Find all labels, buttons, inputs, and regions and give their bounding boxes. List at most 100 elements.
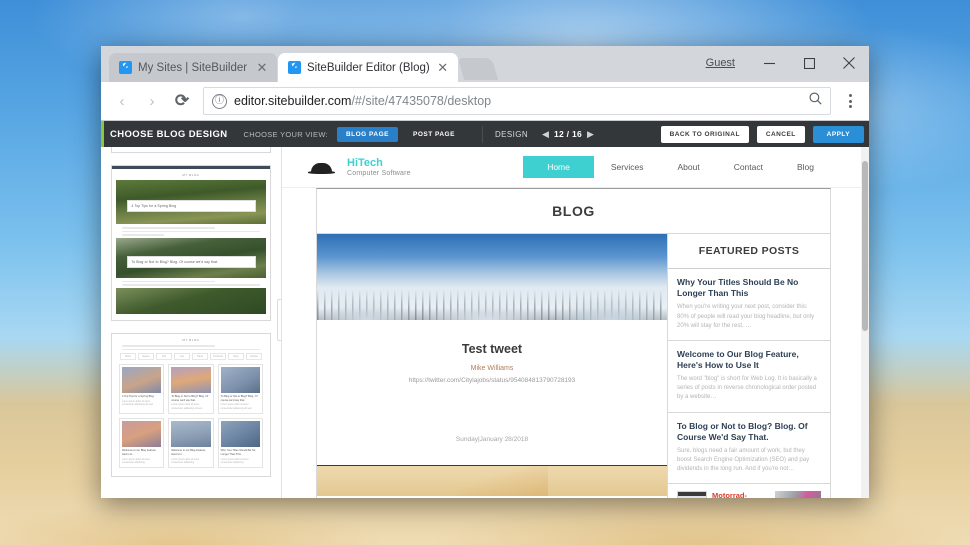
- thumb-cell-image: [220, 367, 260, 394]
- thumb-nav-item: Nature: [138, 353, 154, 361]
- thumb-grid-cell: To Blog or Not to Blog? Blog. Of course …: [217, 364, 263, 415]
- thumb-nav-item: Story: [228, 353, 244, 361]
- view-option-post-page[interactable]: POST PAGE: [404, 127, 464, 142]
- new-tab-button[interactable]: [457, 58, 498, 80]
- site-preview: HiTech Computer Software Home Services A…: [282, 147, 869, 498]
- site-nav: Home Services About Contact Blog: [523, 156, 831, 178]
- thumb-text-line: [122, 234, 164, 236]
- thumb-text-line: [122, 284, 260, 286]
- page-viewport: CHOOSE BLOG DESIGN CHOOSE YOUR VIEW: BLO…: [101, 121, 869, 498]
- site-nav-blog[interactable]: Blog: [780, 156, 831, 178]
- hill-logo-icon: [308, 159, 335, 176]
- preview-scrollbar-thumb[interactable]: [862, 161, 868, 331]
- sidebar-widget[interactable]: Motorrad-Ecke.de 97.418 Bikes: [668, 484, 830, 498]
- thumb-grid-cell: Why Your Titles Should Be No Longer Than…: [217, 418, 263, 469]
- tab-label: My Sites | SiteBuilder: [138, 61, 248, 74]
- cancel-button[interactable]: CANCEL: [756, 125, 805, 143]
- browser-tab-my-sites[interactable]: My Sites | SiteBuilder ✕: [109, 53, 277, 82]
- editor-title: CHOOSE BLOG DESIGN: [110, 128, 228, 140]
- thumb-nav-item: City: [156, 353, 172, 361]
- search-icon[interactable]: [809, 92, 822, 110]
- blog-columns: Test tweet Mike Williams https://twitter…: [316, 234, 831, 498]
- thumb-text-line: [122, 348, 260, 351]
- back-icon[interactable]: ‹: [107, 86, 137, 116]
- thumb-cell-image: [220, 421, 260, 448]
- thumb-cell-image: [171, 367, 211, 394]
- preview-inner: HiTech Computer Software Home Services A…: [282, 147, 861, 498]
- tab-favicon-icon: [119, 61, 132, 74]
- blog-sidebar: FEATURED POSTS Why Your Titles Should Be…: [668, 234, 830, 498]
- thumb-cell-title: To Blog or Not to Blog? Blog. Of course …: [220, 395, 258, 403]
- featured-post-title: Why Your Titles Should Be No Longer Than…: [677, 277, 799, 299]
- site-info-icon[interactable]: ⓘ: [212, 93, 227, 109]
- toolbar-divider: [481, 125, 483, 143]
- brand-subtitle: Computer Software: [347, 169, 411, 177]
- thumb-cell-title: Why Your Titles Should Be No Longer Than…: [220, 449, 256, 457]
- thumb-hero-image: [116, 287, 266, 314]
- thumb-text-line: [122, 230, 260, 233]
- site-nav-home[interactable]: Home: [523, 156, 594, 178]
- site-nav-contact[interactable]: Contact: [717, 156, 780, 178]
- tab-close-icon[interactable]: ✕: [436, 61, 450, 74]
- back-to-original-button[interactable]: BACK TO ORIGINAL: [660, 125, 749, 143]
- featured-post-item[interactable]: To Blog or Not to Blog? Blog. Of Course …: [668, 413, 830, 485]
- close-icon[interactable]: [829, 46, 869, 80]
- preview-scrollbar[interactable]: [861, 147, 869, 498]
- thumb-text-line: [122, 227, 215, 229]
- post-author: Mike Williams: [470, 365, 514, 372]
- thumb-nav-item: Archive: [246, 353, 262, 361]
- featured-post-item[interactable]: Why Your Titles Should Be No Longer Than…: [668, 269, 830, 341]
- minimize-icon[interactable]: [749, 46, 789, 80]
- address-bar-url: editor.sitebuilder.com/#/site/47435078/d…: [234, 94, 802, 108]
- thumb-cell-excerpt: Lorem ipsum dolor sit amet consectetur a…: [171, 458, 200, 465]
- choose-view-label: CHOOSE YOUR VIEW:: [243, 129, 328, 139]
- next-design-icon[interactable]: ▶: [582, 129, 599, 140]
- thumb-grid-cell: To Blog or Not to Blog? Blog. Of course …: [168, 364, 214, 415]
- editor-actions: BACK TO ORIGINAL CANCEL APPLY: [660, 125, 869, 143]
- view-option-blog-page[interactable]: BLOG PAGE: [336, 126, 398, 142]
- thumb-nav-item: Travel: [192, 353, 208, 361]
- thumb-grid-cell: Welcome to our Blog Feature, Here's H...…: [168, 418, 214, 469]
- reload-icon[interactable]: ⟳: [167, 86, 197, 116]
- thumb-cell-title: Welcome to our Blog Feature, Here's H...: [171, 449, 206, 457]
- thumb-cell-excerpt: Lorem ipsum dolor sit amet consectetur a…: [220, 404, 252, 410]
- blog-main-column: Test tweet Mike Williams https://twitter…: [317, 234, 668, 498]
- design-page-count: 12 / 16: [553, 129, 583, 139]
- thumb-grid-cell: 4 Top Tips for a Spring Blog Lorem ipsum…: [119, 364, 165, 415]
- featured-post-title: To Blog or Not to Blog? Blog. Of Course …: [677, 420, 808, 442]
- featured-post-item[interactable]: Welcome to Our Blog Feature, Here's How …: [668, 341, 830, 413]
- thumb-hero-image: 4 Top Tips for a Spring Blog: [116, 180, 266, 224]
- url-path: /#/site/47435078/desktop: [351, 94, 492, 108]
- site-nav-services[interactable]: Services: [594, 156, 661, 178]
- tab-favicon-icon: [288, 61, 301, 74]
- site-nav-about[interactable]: About: [660, 156, 716, 178]
- site-brand[interactable]: HiTech Computer Software: [347, 157, 411, 177]
- maximize-icon[interactable]: [789, 46, 829, 80]
- profile-label[interactable]: Guest: [700, 57, 749, 69]
- thumb-cell-image: [122, 421, 162, 448]
- thumb-nav-item: Life: [174, 353, 190, 361]
- post-title: Test tweet: [461, 342, 523, 356]
- post-url[interactable]: https://twitter.com/Citylajobs/status/95…: [317, 377, 667, 384]
- featured-post-excerpt: When you're writing your next post, cons…: [677, 304, 815, 329]
- three-dots-icon[interactable]: [837, 94, 863, 108]
- thumb-nav-item: Comment: [210, 353, 226, 361]
- editor-body: MY BLOG 4 Top Tips for a Spring Blog To …: [101, 147, 869, 498]
- powered-by-banner-icon: [677, 491, 707, 498]
- forward-icon[interactable]: ›: [137, 86, 167, 116]
- prev-design-icon[interactable]: ◀: [537, 129, 554, 140]
- post-hero-image: [317, 234, 667, 320]
- site-header: HiTech Computer Software Home Services A…: [282, 147, 861, 188]
- design-thumbnail-previous[interactable]: [111, 147, 271, 153]
- window-controls: Guest: [700, 46, 869, 80]
- page-title: BLOG: [316, 188, 831, 234]
- apply-button[interactable]: APPLY: [812, 125, 864, 143]
- design-thumbnail-a[interactable]: MY BLOG 4 Top Tips for a Spring Blog To …: [111, 165, 271, 321]
- tab-close-icon[interactable]: ✕: [255, 61, 269, 74]
- url-host: editor.sitebuilder.com: [234, 94, 352, 108]
- design-thumbnail-b[interactable]: MY BLOG Home Nature City Life Travel Com…: [111, 332, 271, 478]
- browser-tab-sitebuilder-editor[interactable]: SiteBuilder Editor (Blog) ✕: [278, 53, 458, 82]
- address-bar[interactable]: ⓘ editor.sitebuilder.com/#/site/47435078…: [203, 87, 831, 115]
- design-label: DESIGN: [494, 129, 529, 139]
- tab-strip: My Sites | SiteBuilder ✕ SiteBuilder Edi…: [101, 46, 869, 82]
